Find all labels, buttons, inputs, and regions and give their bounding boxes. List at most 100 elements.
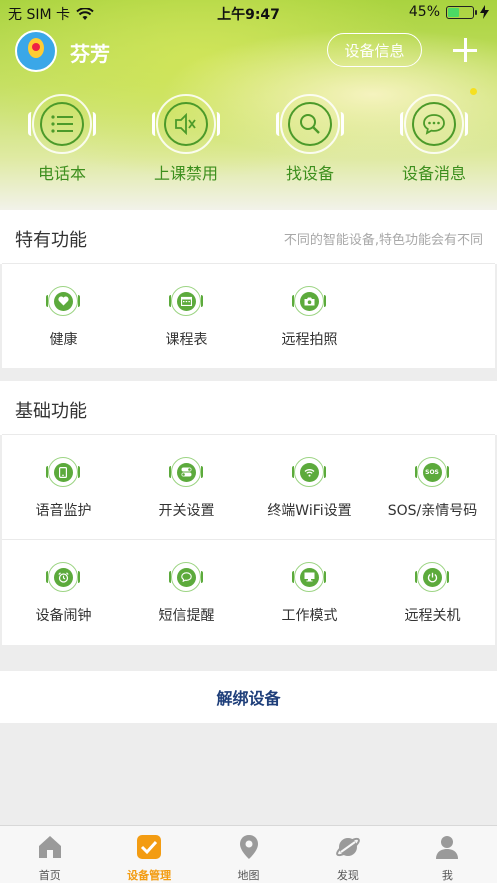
special-item-remote-photo[interactable]: 远程拍照 — [248, 264, 371, 368]
device-messages-ring — [400, 94, 468, 154]
battery-percent: 45% — [408, 4, 440, 20]
sos-icon: SOS — [415, 457, 449, 487]
icon-ring — [46, 457, 80, 487]
monitor-icon — [292, 562, 326, 592]
quick-action-find-device[interactable]: 找设备 — [248, 94, 372, 186]
username: 芬芳 — [70, 42, 110, 66]
quick-action-label: 上课禁用 — [153, 164, 218, 183]
quick-action-label: 找设备 — [285, 164, 334, 183]
toggle-icon — [169, 457, 203, 487]
tab-discover[interactable]: 发现 — [298, 826, 397, 883]
item-label: 短信提醒 — [158, 608, 215, 624]
home-icon — [38, 836, 61, 858]
icon-core — [53, 291, 73, 311]
section-title: 基础功能 — [15, 401, 87, 422]
map-pin-icon — [239, 835, 258, 859]
mute-icon — [164, 102, 208, 146]
basic-item-wifi-settings[interactable]: 终端WiFi设置 — [248, 435, 371, 539]
heart-icon — [46, 286, 80, 316]
tab-label: 地图 — [237, 869, 260, 882]
special-item-schedule[interactable]: 课程表 — [125, 264, 248, 368]
tab-home[interactable]: 首页 — [0, 826, 99, 883]
tab-bar: 首页 设备管理 地图 发现 我 — [0, 825, 497, 883]
add-device-button[interactable] — [450, 33, 480, 67]
list-icon — [40, 102, 84, 146]
item-label: 远程拍照 — [281, 332, 338, 348]
tab-label: 发现 — [336, 869, 359, 882]
check-icon — [137, 835, 162, 859]
icon-core — [299, 567, 319, 587]
item-label: 语音监护 — [35, 503, 92, 519]
item-label: 健康 — [49, 332, 78, 348]
icon-core — [53, 567, 73, 587]
quick-action-label: 电话本 — [37, 164, 86, 183]
tab-map[interactable]: 地图 — [199, 826, 298, 883]
basic-grid: 语音监护 开关设置 终端WiFi设置 SOS SOS/亲情号码 设备闹钟 短信提… — [2, 435, 495, 645]
tab-label: 首页 — [38, 869, 61, 882]
icon-core — [176, 291, 196, 311]
tab-me[interactable]: 我 — [398, 826, 497, 883]
calendar-icon — [169, 286, 203, 316]
item-label: 远程关机 — [404, 608, 461, 624]
icon-core — [299, 291, 319, 311]
icon-ring — [169, 457, 203, 487]
icon-core — [176, 462, 196, 482]
sos-glyph: SOS — [422, 462, 442, 482]
quick-action-label: 设备消息 — [401, 164, 466, 183]
icon-core — [53, 462, 73, 482]
class-mute-ring — [152, 94, 220, 154]
icon-core — [422, 567, 442, 587]
section-hint: 不同的智能设备,特色功能会有不同 — [283, 233, 483, 248]
item-label: SOS/亲情号码 — [387, 503, 478, 519]
icon-ring — [169, 562, 203, 592]
status-bar: 无 SIM 卡 上午9:47 45% — [0, 0, 497, 26]
basic-item-sos-numbers[interactable]: SOS SOS/亲情号码 — [371, 435, 494, 539]
basic-item-remote-shutdown[interactable]: 远程关机 — [371, 540, 494, 645]
camera-icon — [292, 286, 326, 316]
quick-action-phonebook[interactable]: 电话本 — [0, 94, 124, 186]
special-grid: 健康 课程表 远程拍照 — [2, 264, 495, 368]
quick-actions: 电话本 上课禁用 找设备 设备消息 — [0, 88, 497, 186]
basic-section-header: 基础功能 — [0, 381, 497, 435]
icon-ring — [46, 286, 80, 316]
special-section-header: 特有功能 不同的智能设备,特色功能会有不同 — [0, 210, 497, 264]
unbind-device-button[interactable]: 解绑设备 — [0, 671, 497, 723]
message-icon — [412, 102, 456, 146]
icon-core — [176, 567, 196, 587]
basic-item-switch-settings[interactable]: 开关设置 — [125, 435, 248, 539]
icon-ring — [292, 286, 326, 316]
unread-dot — [470, 88, 477, 95]
charging-icon — [480, 5, 489, 19]
basic-item-work-mode[interactable]: 工作模式 — [248, 540, 371, 645]
tab-label: 设备管理 — [127, 869, 172, 882]
top-bar: 芬芳 设备信息 — [0, 30, 497, 74]
item-label: 设备闹钟 — [35, 608, 92, 624]
sms-icon — [169, 562, 203, 592]
item-label: 终端WiFi设置 — [267, 503, 352, 519]
battery-level — [448, 7, 459, 17]
basic-item-device-alarm[interactable]: 设备闹钟 — [2, 540, 125, 645]
icon-core — [299, 462, 319, 482]
planet-icon — [336, 837, 360, 857]
tab-device-management[interactable]: 设备管理 — [99, 826, 198, 883]
basic-item-voice-monitor[interactable]: 语音监护 — [2, 435, 125, 539]
icon-ring — [169, 286, 203, 316]
search-icon — [288, 102, 332, 146]
tab-label: 我 — [441, 869, 453, 882]
basic-item-sms-reminder[interactable]: 短信提醒 — [125, 540, 248, 645]
icon-ring — [292, 457, 326, 487]
find-device-ring — [276, 94, 344, 154]
icon-ring — [292, 562, 326, 592]
device-info-button[interactable]: 设备信息 — [327, 33, 422, 67]
person-icon — [436, 836, 459, 859]
alarm-icon — [46, 562, 80, 592]
item-label: 开关设置 — [158, 503, 215, 519]
quick-action-device-messages[interactable]: 设备消息 — [372, 88, 496, 186]
special-item-health[interactable]: 健康 — [2, 264, 125, 368]
section-title: 特有功能 — [15, 230, 87, 251]
icon-ring: SOS — [415, 457, 449, 487]
avatar[interactable] — [15, 30, 57, 72]
power-icon — [415, 562, 449, 592]
battery-icon — [446, 5, 477, 19]
quick-action-class-mute[interactable]: 上课禁用 — [124, 94, 248, 186]
